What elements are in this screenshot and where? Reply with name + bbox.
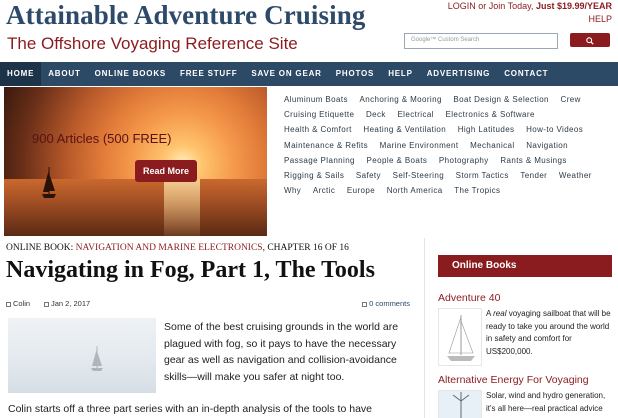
wind-generator-icon (452, 392, 470, 418)
read-more-button[interactable]: Read More (135, 160, 197, 182)
category-link[interactable]: Cruising Etiquette (284, 107, 354, 122)
book-link[interactable]: NAVIGATION AND MARINE ELECTRONICS (76, 243, 263, 253)
sun-reflection (164, 179, 200, 236)
search-icon (586, 36, 594, 45)
sidebar: Online Books Adventure 40 A real voyagin… (438, 255, 612, 418)
category-link[interactable]: Navigation (526, 138, 568, 153)
category-link[interactable]: Aluminum Boats (284, 92, 348, 107)
main-nav: HOME ABOUT ONLINE BOOKS FREE STUFF SAVE … (0, 62, 618, 86)
search-button[interactable] (570, 33, 610, 47)
category-link[interactable]: Rigging & Sails (284, 168, 344, 183)
category-link[interactable]: Boat Design & Selection (453, 92, 548, 107)
nav-advertising[interactable]: ADVERTISING (420, 62, 497, 86)
category-link[interactable]: How-to Videos (526, 122, 583, 137)
category-link[interactable]: Europe (347, 183, 375, 198)
calendar-icon (44, 301, 49, 307)
category-link[interactable]: People & Boats (367, 153, 428, 168)
category-link[interactable]: Heating & Ventilation (363, 122, 446, 137)
nav-home[interactable]: HOME (0, 62, 42, 86)
author-meta: Colin (6, 299, 30, 308)
sailboat-in-fog-icon (91, 346, 103, 371)
comments-link[interactable]: 0 comments (362, 299, 410, 308)
nav-online-books[interactable]: ONLINE BOOKS (88, 62, 173, 86)
category-link[interactable]: Rants & Musings (500, 153, 566, 168)
category-link[interactable]: Weather (559, 168, 592, 183)
nav-free-stuff[interactable]: FREE STUFF (173, 62, 244, 86)
category-link[interactable]: Arctic (313, 183, 335, 198)
category-link[interactable]: Why (284, 183, 301, 198)
category-link[interactable]: Maintenance & Refits (284, 138, 368, 153)
author-icon (6, 301, 11, 307)
article-excerpt-continued: Colin starts off a three part series wit… (8, 403, 373, 415)
post-date: Jan 2, 2017 (51, 299, 91, 308)
category-link[interactable]: North America (387, 183, 443, 198)
book-card: A real voyaging sailboat that will be re… (438, 308, 612, 374)
book-card: Solar, wind and hydro generation, it's a… (438, 390, 612, 418)
category-link[interactable]: The Tropics (454, 183, 500, 198)
article-kicker: ONLINE BOOK: NAVIGATION AND MARINE ELECT… (6, 243, 414, 253)
category-link[interactable]: Electronics & Software (446, 107, 535, 122)
comment-icon (362, 301, 368, 307)
book-description: A real voyaging sailboat that will be re… (486, 308, 614, 358)
category-link[interactable]: Mechanical (470, 138, 514, 153)
column-separator (424, 238, 425, 418)
site-header: Attainable Adventure Cruising The Offsho… (0, 0, 618, 62)
category-link[interactable]: Passage Planning (284, 153, 355, 168)
book-thumbnail[interactable] (438, 308, 482, 366)
articles-count-text: 900 Articles (500 FREE) (32, 131, 172, 146)
article-title[interactable]: Navigating in Fog, Part 1, The Tools (6, 257, 414, 284)
sidebar-heading: Online Books (438, 255, 612, 277)
nav-about[interactable]: ABOUT (41, 62, 87, 86)
sailboat-drawing-icon (447, 315, 475, 361)
category-link[interactable]: Crew (561, 92, 581, 107)
article: ONLINE BOOK: NAVIGATION AND MARINE ELECT… (6, 243, 414, 415)
fog-sailboat-image (8, 318, 156, 393)
category-links: Aluminum Boats Anchoring & Mooring Boat … (284, 92, 614, 198)
book-thumbnail[interactable] (438, 390, 482, 418)
section-divider (0, 237, 618, 238)
category-link[interactable]: Anchoring & Mooring (359, 92, 441, 107)
account-links: LOGIN or Join Today, Just $19.99/YEAR HE… (448, 0, 612, 26)
sailboat-silhouette-icon (42, 167, 56, 198)
join-price-link[interactable]: Just $19.99/YEAR (536, 1, 612, 11)
nav-save-on-gear[interactable]: SAVE ON GEAR (244, 62, 328, 86)
site-tagline: The Offshore Voyaging Reference Site (7, 34, 298, 53)
category-link[interactable]: Storm Tactics (456, 168, 509, 183)
category-link[interactable]: Safety (356, 168, 381, 183)
category-link[interactable]: Deck (366, 107, 386, 122)
date-meta: Jan 2, 2017 (44, 299, 90, 308)
book-description: Solar, wind and hydro generation, it's a… (486, 391, 606, 413)
login-link[interactable]: LOGIN or Join Today, (448, 1, 534, 11)
hero-banner: 900 Articles (500 FREE) Read More (4, 87, 267, 236)
category-link[interactable]: Photography (439, 153, 489, 168)
category-link[interactable]: Marine Environment (380, 138, 459, 153)
nav-photos[interactable]: PHOTOS (329, 62, 381, 86)
help-link[interactable]: HELP (448, 13, 612, 26)
nav-help[interactable]: HELP (381, 62, 420, 86)
site-title[interactable]: Attainable Adventure Cruising (6, 0, 365, 31)
category-link[interactable]: Electrical (397, 107, 433, 122)
category-link[interactable]: Self-Steering (393, 168, 444, 183)
article-excerpt: Some of the best cruising grounds in the… (164, 321, 399, 383)
comments-count[interactable]: 0 comments (369, 299, 410, 308)
book-title-adventure-40[interactable]: Adventure 40 (438, 292, 612, 304)
category-link[interactable]: Tender (520, 168, 547, 183)
desc-emphasis: real (493, 309, 507, 318)
author-name[interactable]: Colin (13, 299, 30, 308)
category-link[interactable]: High Latitudes (458, 122, 515, 137)
category-link[interactable]: Health & Comfort (284, 122, 352, 137)
nav-contact[interactable]: CONTACT (497, 62, 555, 86)
book-title-alternative-energy[interactable]: Alternative Energy For Voyaging (438, 374, 612, 386)
kicker-prefix: ONLINE BOOK: (6, 243, 76, 253)
kicker-suffix: , CHAPTER 16 OF 16 (262, 243, 349, 253)
search-input[interactable]: Google™ Custom Search (404, 33, 558, 49)
